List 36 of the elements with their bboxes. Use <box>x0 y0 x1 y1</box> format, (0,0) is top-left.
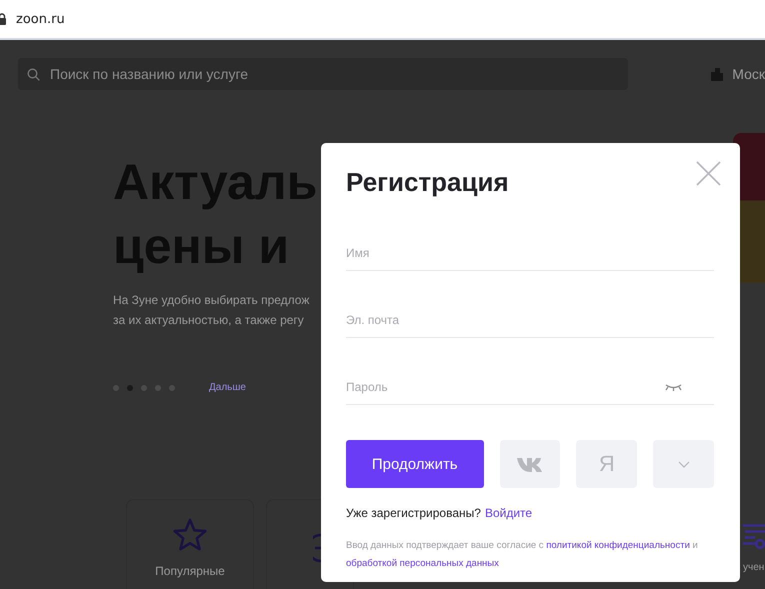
search-icon <box>27 68 40 81</box>
carousel-dot[interactable] <box>113 384 119 390</box>
star-icon <box>172 518 208 552</box>
login-prompt: Уже зарегистрированы? <box>346 506 481 520</box>
eye-closed-icon[interactable] <box>665 383 682 391</box>
chevron-down-icon <box>678 460 690 468</box>
next-link[interactable]: Дальше <box>209 382 246 393</box>
category-label: учен <box>743 562 764 572</box>
city-selector[interactable]: Моск <box>732 66 765 82</box>
login-link[interactable]: Войдите <box>484 506 532 520</box>
consent-text: Ввод данных подтверждает ваше согласие с политикой конфиденциальности и обработкой персональных данных <box>346 539 699 571</box>
input-field[interactable]: Имя <box>346 236 714 271</box>
vk-logo-icon <box>516 456 543 472</box>
dialog-title: Регистрация <box>346 167 509 198</box>
close-icon[interactable] <box>696 161 721 186</box>
url-text[interactable]: zoon.ru <box>16 12 65 26</box>
category-icon <box>313 533 323 563</box>
policy-link[interactable]: обработкой персональных данных <box>346 558 499 569</box>
policy-link[interactable]: политикой конфиденциальности <box>546 540 690 551</box>
search-field[interactable]: Поиск по названию или услуге <box>18 58 628 90</box>
category-card[interactable]: Популярные <box>126 499 254 589</box>
hero-text-line: На Зуне удобно выбирать предлож <box>113 292 310 309</box>
category-label: Популярные <box>155 564 225 578</box>
hero-text-line: за их актуальностью, а также регу <box>113 312 305 329</box>
carousel-dot[interactable] <box>141 384 147 390</box>
carousel-dot[interactable] <box>155 384 161 390</box>
lock-icon <box>0 13 6 25</box>
vk-login-button[interactable] <box>500 440 560 488</box>
input-field[interactable]: Эл. почта <box>346 303 714 338</box>
more-options-button[interactable] <box>653 440 714 488</box>
buildings-icon <box>710 66 724 82</box>
carousel-dot[interactable] <box>169 384 175 390</box>
input-field[interactable]: Пароль <box>346 370 714 405</box>
continue-button[interactable]: Продолжить <box>346 440 484 488</box>
category-card[interactable]: учен <box>742 499 765 589</box>
carousel-dot[interactable] <box>127 384 133 390</box>
